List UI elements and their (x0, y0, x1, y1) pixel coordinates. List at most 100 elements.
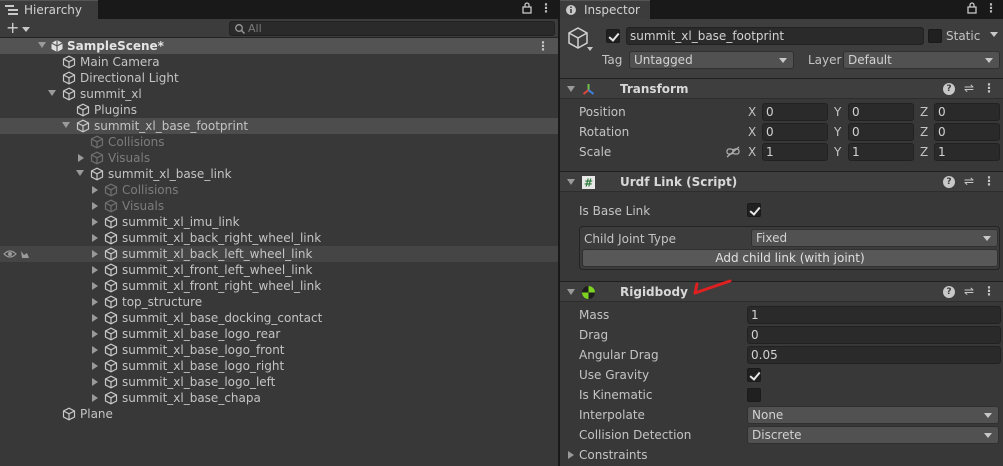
hierarchy-item[interactable]: Main Camera (0, 54, 558, 70)
help-icon[interactable]: ? (942, 176, 955, 188)
scale-y-field[interactable]: 1 (848, 143, 914, 161)
position-z-field[interactable]: 0 (934, 103, 1000, 121)
hierarchy-item[interactable]: Visuals (0, 150, 558, 166)
hierarchy-item[interactable]: summit_xl_back_left_wheel_link (0, 246, 558, 262)
hierarchy-item[interactable]: summit_xl (0, 86, 558, 102)
hierarchy-item[interactable]: summit_xl_back_right_wheel_link (0, 230, 558, 246)
use-gravity-checkbox[interactable] (747, 368, 761, 382)
scene-kebab-icon[interactable]: ⋮ (537, 38, 549, 54)
foldout-arrow-icon[interactable] (92, 314, 98, 322)
lock-icon[interactable] (522, 2, 532, 14)
rigidbody-header[interactable]: Rigidbody ? ⇌ ⋮ (560, 281, 1003, 302)
tab-hierarchy[interactable]: Hierarchy (0, 0, 98, 19)
foldout-arrow-icon[interactable] (76, 170, 84, 176)
add-child-link-button[interactable]: Add child link (with joint) (582, 249, 998, 267)
urdf-link-header[interactable]: # Urdf Link (Script) ? ⇌ ⋮ (560, 171, 1003, 192)
hierarchy-item[interactable]: summit_xl_base_logo_left (0, 374, 558, 390)
foldout-arrow-icon[interactable] (92, 282, 98, 290)
hierarchy-item[interactable]: summit_xl_base_logo_rear (0, 326, 558, 342)
hierarchy-item[interactable]: Visuals (0, 198, 558, 214)
foldout-arrow-icon[interactable] (568, 451, 574, 459)
foldout-arrow-icon[interactable] (567, 179, 575, 185)
preset-icon[interactable]: ⇌ (964, 174, 974, 188)
foldout-arrow-icon[interactable] (62, 122, 70, 128)
create-button[interactable]: + (6, 19, 36, 38)
foldout-arrow-icon[interactable] (567, 86, 575, 92)
foldout-arrow-icon[interactable] (48, 90, 56, 96)
scale-z-axis-label[interactable]: Z (920, 145, 928, 159)
hierarchy-item[interactable]: summit_xl_imu_link (0, 214, 558, 230)
foldout-arrow-icon[interactable] (92, 394, 98, 402)
search-input[interactable] (248, 22, 548, 35)
foldout-arrow-icon[interactable] (92, 234, 98, 242)
hierarchy-item[interactable]: Plane (0, 406, 558, 422)
search-box[interactable] (229, 21, 555, 36)
collision-detection-dropdown[interactable]: Discrete (747, 426, 999, 444)
chevron-down-icon[interactable] (587, 47, 593, 51)
position-x-field[interactable]: 0 (762, 103, 828, 121)
foldout-arrow-icon[interactable] (92, 266, 98, 274)
rotation-y-axis-label[interactable]: Y (834, 125, 841, 139)
visibility-eye-icon[interactable] (3, 248, 31, 260)
angular-drag-field[interactable]: 0.05 (747, 346, 1001, 364)
hierarchy-item[interactable]: summit_xl_base_link (0, 166, 558, 182)
position-y-field[interactable]: 0 (848, 103, 914, 121)
chevron-down-icon[interactable] (990, 32, 998, 37)
position-x-axis-label[interactable]: X (748, 105, 756, 119)
position-z-axis-label[interactable]: Z (920, 105, 928, 119)
kebab-menu-icon[interactable]: ⋮ (983, 284, 995, 298)
hierarchy-item[interactable]: Plugins (0, 102, 558, 118)
object-name-field[interactable]: summit_xl_base_footprint (626, 27, 924, 45)
scale-y-axis-label[interactable]: Y (834, 145, 841, 159)
hierarchy-item[interactable]: summit_xl_base_logo_front (0, 342, 558, 358)
hierarchy-item[interactable]: summit_xl_base_footprint (0, 118, 558, 134)
static-checkbox[interactable] (928, 29, 942, 43)
mass-field[interactable]: 1 (747, 306, 1001, 324)
lock-icon[interactable] (967, 2, 977, 14)
foldout-arrow-icon[interactable] (92, 346, 98, 354)
help-icon[interactable]: ? (942, 83, 955, 95)
active-checkbox[interactable] (606, 29, 620, 43)
foldout-arrow-icon[interactable] (92, 218, 98, 226)
hierarchy-item[interactable]: summit_xl_front_right_wheel_link (0, 278, 558, 294)
hierarchy-item[interactable]: summit_xl_front_left_wheel_link (0, 262, 558, 278)
foldout-arrow-icon[interactable] (78, 154, 84, 162)
is-base-link-checkbox[interactable] (747, 203, 761, 217)
hierarchy-item[interactable]: top_structure (0, 294, 558, 310)
rotation-z-field[interactable]: 0 (934, 123, 1000, 141)
transform-header[interactable]: Transform ? ⇌ ⋮ (560, 78, 1003, 99)
foldout-arrow-icon[interactable] (92, 378, 98, 386)
drag-field[interactable]: 0 (747, 326, 1001, 344)
foldout-arrow-icon[interactable] (92, 186, 98, 194)
constrain-proportions-link-icon[interactable] (726, 146, 740, 158)
hierarchy-item[interactable]: Directional Light (0, 70, 558, 86)
preset-icon[interactable]: ⇌ (964, 81, 974, 95)
foldout-arrow-icon[interactable] (92, 202, 98, 210)
constraints-label[interactable]: Constraints (579, 448, 647, 462)
foldout-arrow-icon[interactable] (92, 330, 98, 338)
scale-x-field[interactable]: 1 (762, 143, 828, 161)
rotation-x-axis-label[interactable]: X (748, 125, 756, 139)
hierarchy-item[interactable]: summit_xl_base_chapa (0, 390, 558, 406)
foldout-arrow-icon[interactable] (567, 289, 575, 295)
kebab-menu-icon[interactable]: ⋮ (983, 174, 995, 188)
scale-x-axis-label[interactable]: X (748, 145, 756, 159)
layer-dropdown[interactable]: Default (843, 51, 1000, 69)
scale-z-field[interactable]: 1 (934, 143, 1000, 161)
hierarchy-item[interactable]: summit_xl_base_logo_right (0, 358, 558, 374)
interpolate-dropdown[interactable]: None (747, 406, 999, 424)
tag-dropdown[interactable]: Untagged (629, 51, 794, 69)
position-y-axis-label[interactable]: Y (834, 105, 841, 119)
foldout-arrow-icon[interactable] (38, 42, 46, 48)
foldout-arrow-icon[interactable] (92, 298, 98, 306)
kebab-menu-icon[interactable]: ⋮ (540, 2, 552, 15)
foldout-arrow-icon[interactable] (92, 362, 98, 370)
child-joint-type-dropdown[interactable]: Fixed (751, 229, 998, 247)
rotation-y-field[interactable]: 0 (848, 123, 914, 141)
hierarchy-item[interactable]: Collisions (0, 134, 558, 150)
preset-icon[interactable]: ⇌ (964, 284, 974, 298)
kebab-menu-icon[interactable]: ⋮ (985, 2, 997, 15)
scene-row[interactable]: SampleScene* ⋮ (0, 38, 558, 54)
rotation-z-axis-label[interactable]: Z (920, 125, 928, 139)
help-icon[interactable]: ? (942, 286, 955, 298)
